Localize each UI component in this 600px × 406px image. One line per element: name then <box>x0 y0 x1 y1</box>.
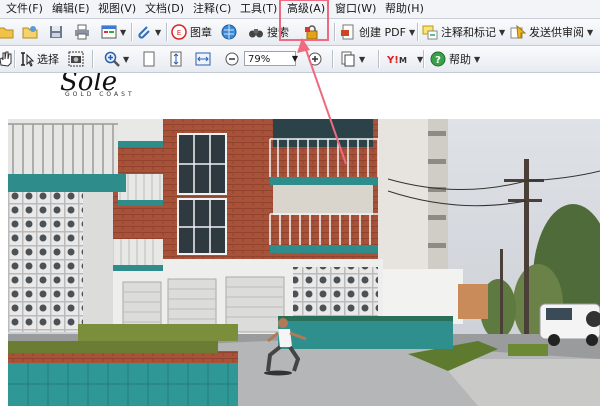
globe-button[interactable] <box>221 22 237 42</box>
tasks-button[interactable]: ▼ <box>101 22 126 42</box>
page-icon <box>141 51 157 67</box>
toolbar-navigation: 选择 ▼ 79% ▼ ▼ Y! M ▼ ? 帮助 ▼ <box>0 46 600 73</box>
menu-file[interactable]: 文件(F) <box>6 0 43 18</box>
comment-markup-label: 注释和标记 <box>441 26 496 39</box>
fit-width-button[interactable] <box>195 49 211 69</box>
toolbar-separator <box>166 23 167 41</box>
toolbar-separator <box>423 50 424 68</box>
svg-text:?: ? <box>435 55 441 66</box>
plus-circle-icon <box>307 51 323 67</box>
pages-icon <box>340 51 356 67</box>
folder-icon <box>0 24 14 40</box>
svg-text:E: E <box>177 29 181 37</box>
minus-circle-icon <box>224 51 240 67</box>
svg-text:Y!: Y! <box>386 55 399 66</box>
fit-width-icon <box>195 51 211 67</box>
chevron-down-icon: ▼ <box>408 27 416 37</box>
building-photo <box>8 119 600 406</box>
send-review-label: 发送供审阅 <box>529 26 584 39</box>
text-cursor-icon <box>18 51 35 67</box>
toolbar-main: ▼ ▼ E 图章 搜索 创建 PDF ▼ 注释和标记 ▼ 发送供审阅 ▼ <box>0 19 600 46</box>
stamp-label: 图章 <box>190 26 212 39</box>
organize-button[interactable] <box>22 22 38 42</box>
menu-view[interactable]: 视图(V) <box>98 0 136 18</box>
yahoo-logo-icon: Y! M <box>386 51 414 67</box>
document-header: Sole GOLD COAST <box>8 73 600 118</box>
document-view[interactable]: Sole GOLD COAST <box>0 73 600 406</box>
globe-icon <box>221 24 237 40</box>
help-button[interactable]: ? 帮助 ▼ <box>430 49 480 69</box>
hand-tool-button[interactable] <box>0 49 13 69</box>
camera-icon <box>68 51 84 67</box>
menu-help[interactable]: 帮助(H) <box>385 0 424 18</box>
zoom-tool-button[interactable]: ▼ <box>104 49 129 69</box>
comment-markup-button[interactable]: 注释和标记 ▼ <box>422 22 505 42</box>
zoom-in-button[interactable] <box>307 49 323 69</box>
toolbar-separator <box>378 50 379 68</box>
chevron-down-icon: ▼ <box>499 27 506 37</box>
menu-document[interactable]: 文档(D) <box>145 0 184 18</box>
zoom-in-icon <box>104 51 120 67</box>
select-tool-button[interactable]: 选择 <box>18 49 59 69</box>
chevron-down-icon: ▼ <box>155 27 162 37</box>
toolbar-separator <box>332 50 333 68</box>
toolbar-separator <box>92 50 93 68</box>
toolbar-separator <box>14 50 15 68</box>
binoculars-icon <box>248 24 264 40</box>
menu-edit[interactable]: 编辑(E) <box>52 0 90 18</box>
zoom-level-value: 79% <box>248 54 271 65</box>
toolbar-separator <box>417 23 418 41</box>
save-icon <box>48 24 64 40</box>
save-button[interactable] <box>48 22 64 42</box>
tasks-icon <box>101 24 117 40</box>
open-button[interactable] <box>0 22 14 42</box>
toolbar-separator <box>131 23 132 41</box>
attach-button[interactable]: ▼ <box>136 22 161 42</box>
search-button[interactable]: 搜索 <box>248 22 289 42</box>
svg-text:M: M <box>399 56 407 65</box>
actual-size-button[interactable] <box>141 49 157 69</box>
help-label: 帮助 <box>449 53 471 66</box>
create-pdf-label: 创建 PDF <box>359 26 406 39</box>
paperclip-icon <box>136 24 152 40</box>
chevron-down-icon: ▼ <box>359 54 366 64</box>
create-pdf-icon <box>340 24 356 40</box>
create-pdf-button[interactable]: 创建 PDF ▼ <box>340 22 415 42</box>
search-label: 搜索 <box>267 26 289 39</box>
chevron-down-icon: ▼ <box>120 27 127 37</box>
send-review-icon <box>510 24 527 40</box>
zoom-level-input[interactable]: 79% <box>244 51 296 66</box>
menu-window[interactable]: 窗口(W) <box>335 0 376 18</box>
chevron-down-icon: ▼ <box>474 54 481 64</box>
rotate-view-button[interactable]: ▼ <box>340 49 365 69</box>
fit-page-icon <box>168 51 184 67</box>
comment-icon <box>422 24 438 40</box>
menu-advanced[interactable]: 高级(A) <box>287 0 325 18</box>
zoom-dropdown-button[interactable]: ▼ <box>290 51 300 66</box>
help-icon: ? <box>430 51 446 67</box>
zoom-out-button[interactable] <box>224 49 240 69</box>
folder-open-icon <box>22 24 38 40</box>
send-review-button[interactable]: 发送供审阅 ▼ <box>510 22 593 42</box>
stamp-button[interactable]: E 图章 <box>171 22 212 42</box>
lock-icon <box>304 24 320 40</box>
fit-page-button[interactable] <box>168 49 184 69</box>
snapshot-button[interactable] <box>68 49 84 69</box>
hand-icon <box>0 51 13 67</box>
print-button[interactable] <box>74 22 90 42</box>
yahoo-toolbar-button[interactable]: Y! M ▼ <box>386 49 423 69</box>
toolbar-separator <box>334 23 335 41</box>
brand-tagline: GOLD COAST <box>65 91 135 98</box>
select-label: 选择 <box>37 53 59 66</box>
menu-bar: 文件(F) 编辑(E) 视图(V) 文档(D) 注释(C) 工具(T) 高级(A… <box>0 0 600 19</box>
stamp-icon: E <box>171 24 187 40</box>
menu-tools[interactable]: 工具(T) <box>240 0 277 18</box>
chevron-down-icon: ▼ <box>291 54 299 63</box>
printer-icon <box>74 24 90 40</box>
secure-button[interactable] <box>304 22 320 42</box>
menu-comment[interactable]: 注释(C) <box>193 0 231 18</box>
chevron-down-icon: ▼ <box>587 27 594 37</box>
chevron-down-icon: ▼ <box>123 54 130 64</box>
